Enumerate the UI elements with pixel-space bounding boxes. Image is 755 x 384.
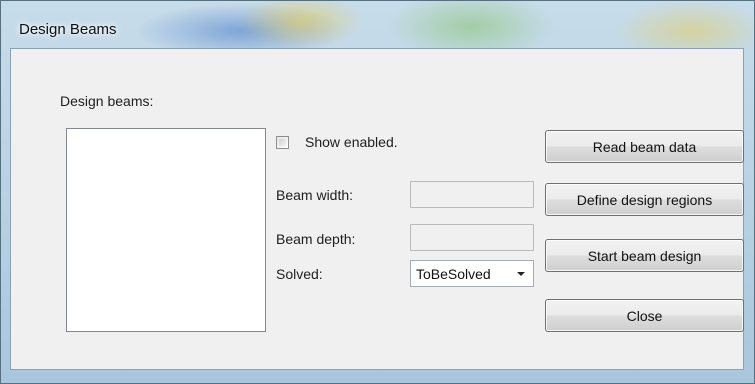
dialog-client-area: Design beams: Show enabled. Beam width: …	[10, 48, 744, 370]
design-beams-listbox[interactable]	[66, 128, 266, 332]
chevron-down-icon[interactable]	[517, 272, 525, 276]
solved-dropdown-value: ToBeSolved	[416, 266, 491, 282]
close-button[interactable]: Close	[545, 299, 744, 332]
show-enabled-label[interactable]: Show enabled.	[305, 134, 398, 150]
show-enabled-checkbox[interactable]	[276, 136, 289, 149]
start-beam-design-button[interactable]: Start beam design	[545, 239, 744, 272]
beam-width-field[interactable]	[410, 181, 534, 208]
beam-depth-label: Beam depth:	[276, 231, 356, 247]
design-beams-window: Design Beams Design beams: Show enabled.…	[0, 0, 755, 384]
read-beam-data-button[interactable]: Read beam data	[545, 130, 744, 163]
beam-depth-field[interactable]	[410, 224, 534, 251]
define-design-regions-button[interactable]: Define design regions	[545, 183, 744, 216]
beam-width-label: Beam width:	[276, 187, 354, 203]
window-title: Design Beams	[19, 21, 117, 38]
title-bar[interactable]: Design Beams	[1, 1, 754, 49]
design-beams-label: Design beams:	[60, 93, 154, 109]
solved-dropdown[interactable]: ToBeSolved	[410, 260, 534, 287]
solved-label: Solved:	[276, 266, 323, 282]
